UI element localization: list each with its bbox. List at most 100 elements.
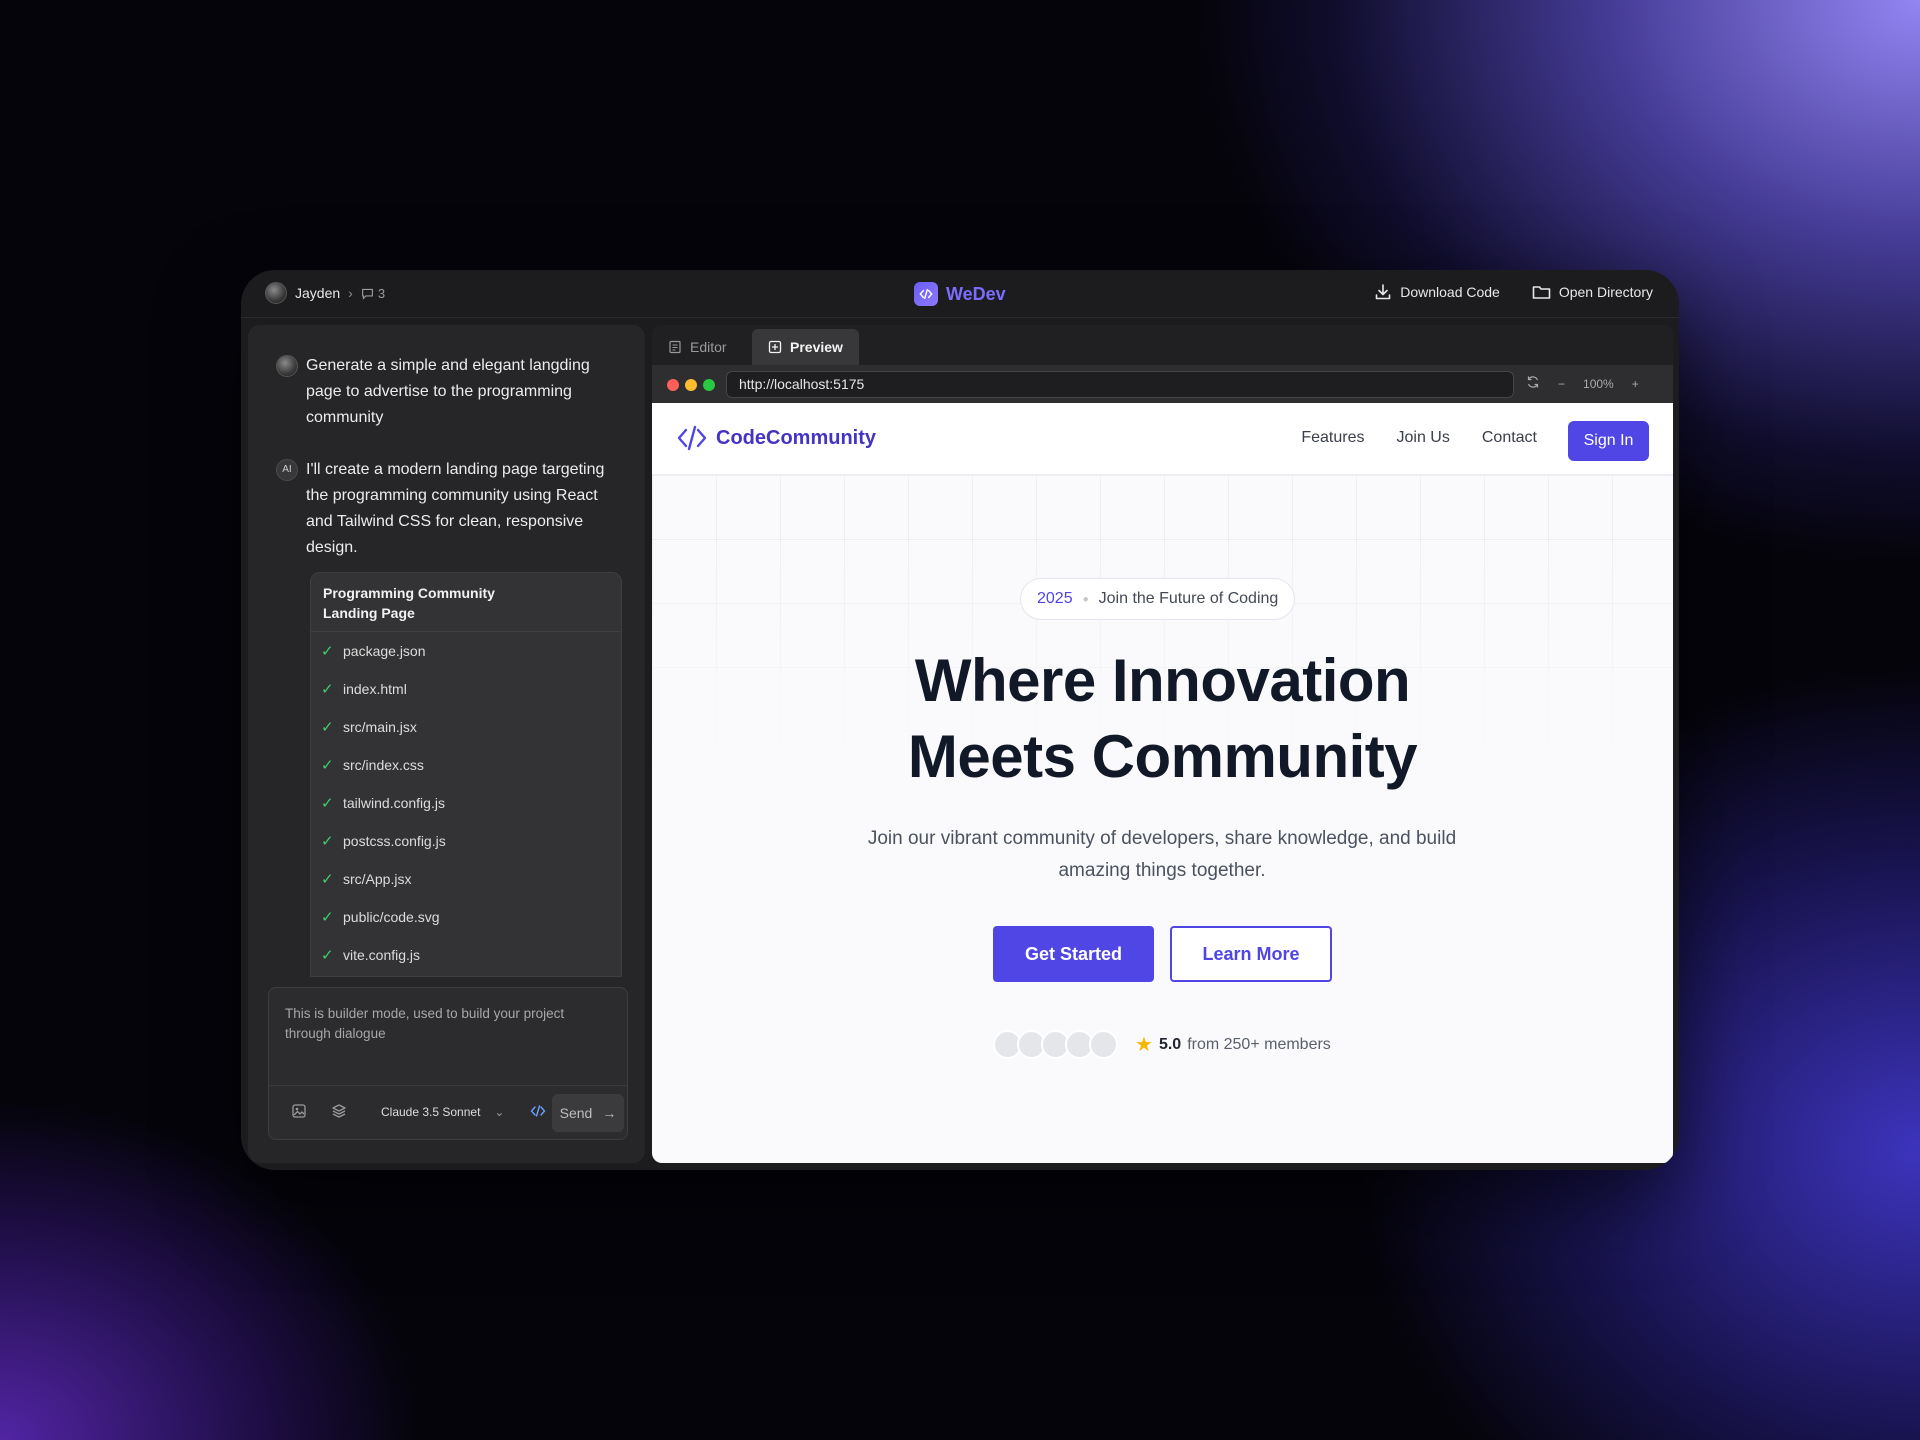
check-icon: ✓ <box>321 643 334 660</box>
site-nav-links: Features Join Us Contact <box>1301 429 1537 447</box>
tab-editor-label: Editor <box>690 339 727 355</box>
chat-panel: Generate a simple and elegant langding p… <box>248 325 645 1163</box>
file-item[interactable]: ✓ src/App.jsx <box>311 860 621 898</box>
check-icon: ✓ <box>321 909 334 926</box>
zoom-level: 100% <box>1583 376 1614 391</box>
hero-subtitle: Join our vibrant community of developers… <box>867 828 1457 881</box>
file-name: vite.config.js <box>343 947 421 963</box>
chat-bubble-icon <box>361 288 373 300</box>
preview-tools: − 100% + <box>1526 375 1639 392</box>
rating: ★ 5.0 from 250+ members <box>1135 1032 1331 1057</box>
message-count-value: 3 <box>377 285 386 301</box>
pill-year: 2025 <box>1037 590 1073 607</box>
file-name: postcss.config.js <box>343 833 446 849</box>
hero-title-line1: Where Innovation <box>914 647 1411 714</box>
app-window: Jayden › 3 WeDev Download Code Open Dire… <box>241 270 1679 1170</box>
file-item[interactable]: ✓ tailwind.config.js <box>311 784 621 822</box>
hero-title: Where Innovation Meets Community <box>652 643 1673 795</box>
check-icon: ✓ <box>321 719 334 736</box>
check-icon: ✓ <box>321 795 334 812</box>
arrow-right-icon: → <box>602 1105 617 1121</box>
file-name: src/main.jsx <box>343 719 417 735</box>
nav-link-features[interactable]: Features <box>1301 429 1364 447</box>
url-field[interactable]: http://localhost:5175 <box>726 371 1514 398</box>
composer-toolbar: Claude 3.5 Sonnet ⌄ Send → <box>269 1085 627 1139</box>
minimize-dot[interactable] <box>685 379 697 391</box>
image-upload-icon[interactable] <box>291 1103 307 1124</box>
hero-title-line2: Meets Community <box>907 723 1418 790</box>
member-avatar <box>1089 1030 1118 1059</box>
message-count[interactable]: 3 <box>361 286 385 301</box>
check-icon: ✓ <box>321 681 334 698</box>
file-name: src/App.jsx <box>343 871 412 887</box>
star-icon: ★ <box>1135 1034 1153 1056</box>
layers-icon[interactable] <box>331 1103 347 1124</box>
user-avatar[interactable] <box>265 282 287 304</box>
file-item[interactable]: ✓ vite.config.js <box>311 936 621 974</box>
send-button[interactable]: Send → <box>552 1094 624 1132</box>
file-icon <box>669 340 681 354</box>
nav-link-contact[interactable]: Contact <box>1482 429 1537 447</box>
announcement-pill[interactable]: 2025 ● Join the Future of Coding <box>1020 578 1296 620</box>
code-mode-icon[interactable] <box>530 1103 546 1124</box>
zoom-out-button[interactable]: − <box>1558 377 1565 391</box>
model-name: Claude 3.5 Sonnet <box>381 1105 481 1119</box>
file-name: package.json <box>343 643 426 659</box>
file-name: src/index.css <box>343 757 424 773</box>
file-item[interactable]: ✓ index.html <box>311 670 621 708</box>
nav-link-join-us[interactable]: Join Us <box>1397 429 1450 447</box>
download-icon <box>1375 284 1391 300</box>
ai-badge: AI <box>276 459 298 481</box>
browser-bar: http://localhost:5175 − 100% + <box>652 365 1673 403</box>
code-brackets-icon <box>677 425 707 451</box>
tab-preview-label: Preview <box>790 339 843 355</box>
chevron-down-icon: ⌄ <box>494 1105 505 1119</box>
user-message-avatar <box>276 355 298 377</box>
site-logo[interactable]: CodeCommunity <box>676 425 876 451</box>
get-started-button[interactable]: Get Started <box>993 926 1154 982</box>
code-logo-icon <box>914 282 938 306</box>
chat-composer: This is builder mode, used to build your… <box>268 987 628 1140</box>
breadcrumb: Jayden › 3 <box>265 282 385 304</box>
app-brand: WeDev <box>914 282 1006 306</box>
tab-bar: Editor Preview <box>652 325 1673 365</box>
open-directory-button[interactable]: Open Directory <box>1532 283 1653 301</box>
rating-score: 5.0 <box>1158 1035 1182 1053</box>
zoom-in-button[interactable]: + <box>1632 377 1639 391</box>
file-name: public/code.svg <box>343 909 440 925</box>
site-nav: CodeCommunity Features Join Us Contact S… <box>652 403 1673 475</box>
check-icon: ✓ <box>321 871 334 888</box>
tab-editor[interactable]: Editor <box>652 329 743 365</box>
model-selector[interactable]: Claude 3.5 Sonnet ⌄ <box>381 1105 504 1119</box>
top-bar: Jayden › 3 WeDev Download Code Open Dire… <box>241 270 1679 318</box>
prompt-input[interactable]: This is builder mode, used to build your… <box>285 1004 605 1044</box>
download-code-button[interactable]: Download Code <box>1374 283 1500 301</box>
pill-text: Join the Future of Coding <box>1098 590 1279 607</box>
artifact-card[interactable]: Programming Community Landing Page ✓ pack… <box>310 572 622 977</box>
top-actions: Download Code Open Directory <box>1374 283 1653 301</box>
maximize-dot[interactable] <box>703 379 715 391</box>
user-name[interactable]: Jayden <box>295 285 340 301</box>
site-brand-name: CodeCommunity <box>716 426 876 449</box>
rating-text: from 250+ members <box>1187 1035 1331 1053</box>
chevron-right-icon: › <box>348 285 353 301</box>
send-label: Send <box>559 1105 593 1121</box>
site-preview: CodeCommunity Features Join Us Contact S… <box>652 403 1673 1163</box>
file-name: tailwind.config.js <box>343 795 445 811</box>
close-dot[interactable] <box>667 379 679 391</box>
user-message-text: Generate a simple and elegant langding p… <box>306 357 590 426</box>
file-name: index.html <box>343 681 407 697</box>
artifact-title-line1: Programming Community <box>323 585 495 601</box>
refresh-icon[interactable] <box>1526 375 1540 392</box>
learn-more-button[interactable]: Learn More <box>1170 926 1332 982</box>
file-item[interactable]: ✓ postcss.config.js <box>311 822 621 860</box>
sign-in-button[interactable]: Sign In <box>1568 421 1649 461</box>
tab-preview[interactable]: Preview <box>752 329 859 365</box>
window-controls <box>667 379 715 391</box>
file-item[interactable]: ✓ src/main.jsx <box>311 708 621 746</box>
folder-icon <box>1532 286 1551 299</box>
file-item[interactable]: ✓ public/code.svg <box>311 898 621 936</box>
ai-message-text: I'll create a modern landing page target… <box>306 461 605 556</box>
file-item[interactable]: ✓ src/index.css <box>311 746 621 784</box>
file-item[interactable]: ✓ package.json <box>311 632 621 670</box>
